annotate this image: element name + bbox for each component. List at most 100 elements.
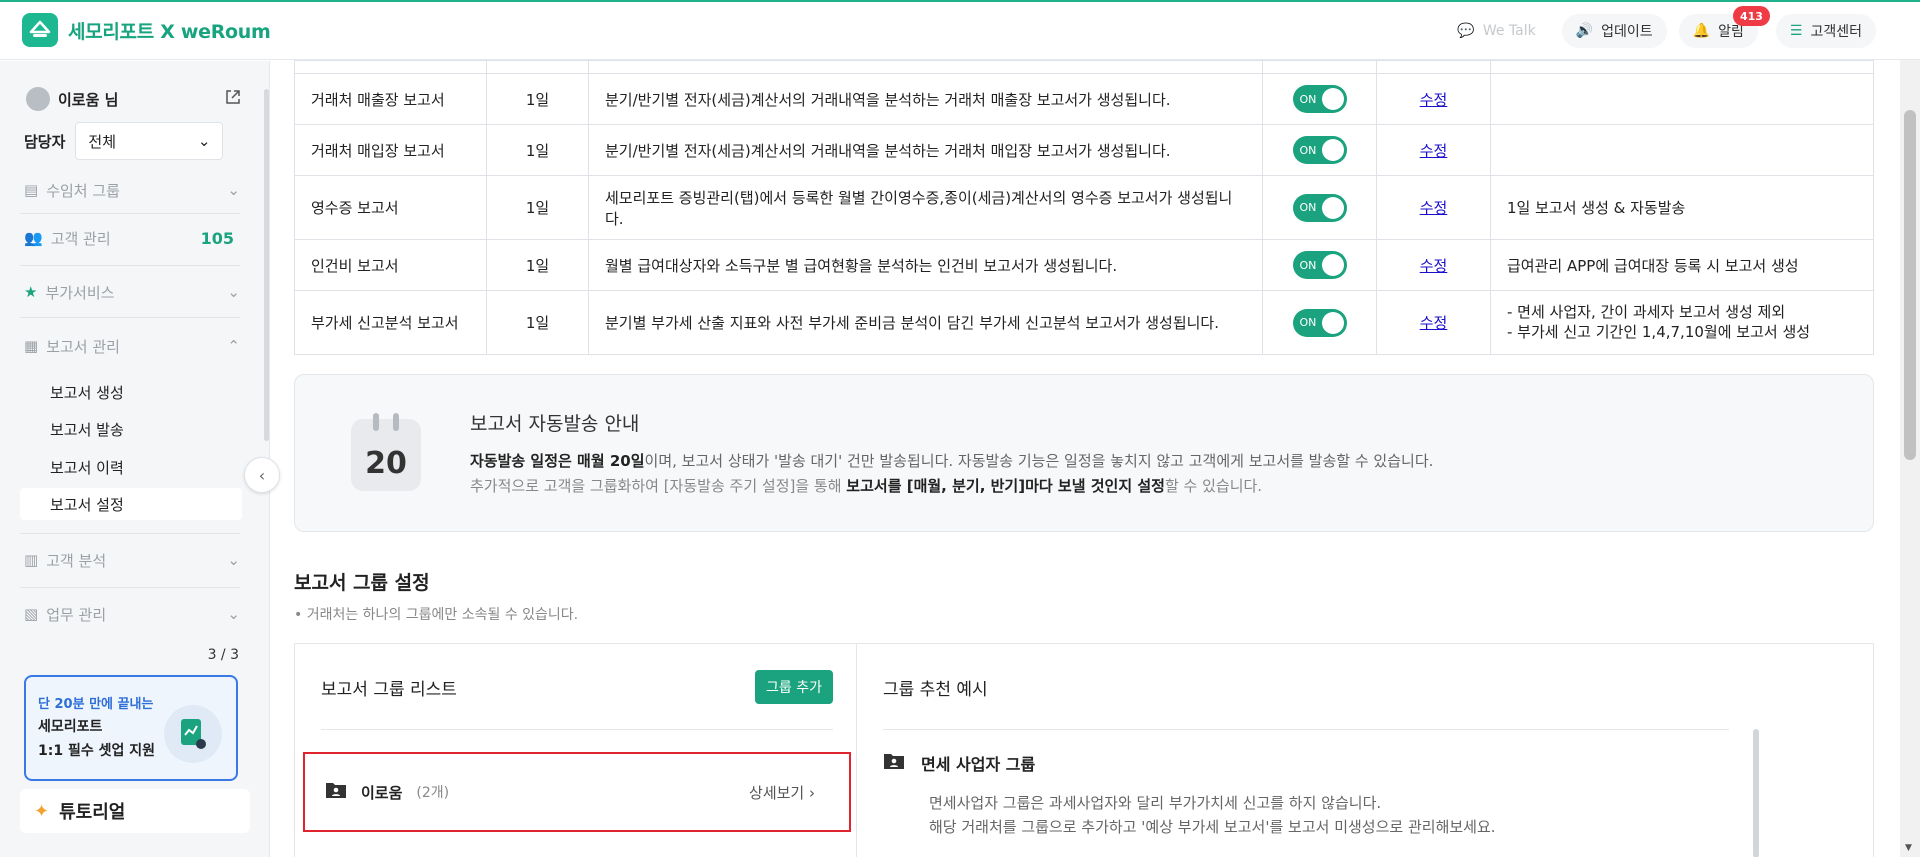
report-desc: 분기별 부가세 산출 지표와 사전 부가세 준비금 분석이 담긴 부가세 신고분…	[588, 290, 1263, 355]
report-toggle[interactable]: ON	[1292, 85, 1347, 113]
sidebar-sub-report-history[interactable]: 보고서 이력	[20, 451, 242, 483]
sidebar-sub-report-create[interactable]: 보고서 생성	[20, 376, 242, 408]
manager-select[interactable]: 전체 ⌄	[75, 122, 224, 160]
sidebar-item-label: 고객 관리	[50, 229, 111, 248]
report-desc: 분기/반기별 전자(세금)계산서의 거래내역을 분석하는 거래처 매출장 보고서…	[588, 73, 1263, 125]
toggle-label: ON	[1299, 143, 1317, 157]
report-day: 1일	[486, 73, 589, 125]
report-toggle[interactable]: ON	[1292, 136, 1347, 164]
sidebar-item-label: 업무 관리	[46, 605, 107, 624]
divider	[20, 587, 240, 588]
notice-line-1: 자동발송 일정은 매월 20일이며, 보고서 상태가 '발송 대기' 건만 발송…	[470, 452, 1434, 470]
chevron-down-icon: ⌄	[197, 132, 211, 150]
chevron-down-icon: ⌄	[227, 605, 240, 623]
bell-icon: 🔔	[1692, 23, 1711, 39]
setup-promo-banner[interactable]: 단 20분 만에 끝내는 세모리포트 1:1 필수 셋업 지원	[24, 675, 238, 781]
report-toggle[interactable]: ON	[1292, 308, 1347, 337]
tutorial-label: 튜토리얼	[59, 802, 126, 823]
speaker-icon: 🔊	[1575, 23, 1594, 39]
report-note	[1490, 124, 1874, 176]
logo-icon	[22, 13, 58, 47]
support-button[interactable]: ☰ 고객센터	[1775, 14, 1876, 48]
group-list-item[interactable]: 이로움 (2개) 상세보기 ›	[303, 752, 851, 832]
manager-label: 담당자	[24, 132, 66, 151]
edit-link[interactable]: 수정	[1420, 314, 1448, 332]
sidebar: 이로움 님 담당자 전체 ⌄ ▤ 수임처 그룹 ⌄ 👥 고객 관리 105 ★ …	[0, 61, 270, 857]
example-group-name: 면세 사업자 그룹	[921, 755, 1036, 774]
table-row: 부가세 신고분석 보고서 1일 분기별 부가세 산출 지표와 사전 부가세 준비…	[294, 290, 1874, 355]
sidebar-sub-report-send[interactable]: 보고서 발송	[20, 413, 242, 445]
manager-filter: 담당자 전체 ⌄	[24, 122, 224, 160]
tutorial-button[interactable]: ✦ 튜토리얼	[20, 789, 250, 833]
chat-icon: 💬	[1457, 23, 1475, 39]
group-settings-title: 보고서 그룹 설정	[294, 572, 430, 594]
group-list-panel: 보고서 그룹 리스트 그룹 추가 이로움 (2개) 상세보기 ›	[295, 644, 857, 857]
sidebar-item-label: 수임처 그룹	[46, 181, 120, 200]
update-button[interactable]: 🔊 업데이트	[1561, 14, 1667, 48]
support-label: 고객센터	[1810, 24, 1862, 40]
example-group-header: 면세 사업자 그룹	[883, 751, 1035, 775]
table-row: 인건비 보고서 1일 월별 급여대상자와 소득구분 별 급여현황을 분석하는 인…	[294, 239, 1874, 291]
table-row: 거래처 매입장 보고서 1일 분기/반기별 전자(세금)계산서의 거래내역을 분…	[294, 124, 1874, 176]
edit-link[interactable]: 수정	[1420, 199, 1448, 217]
divider	[20, 533, 240, 534]
document-icon: ▦	[24, 337, 39, 355]
example-scrollbar[interactable]	[1753, 729, 1759, 857]
group-icon: ▤	[24, 181, 39, 199]
group-detail-link[interactable]: 상세보기 ›	[749, 782, 815, 803]
sidebar-item-customers[interactable]: 👥 고객 관리 105	[24, 225, 240, 251]
alarm-button[interactable]: 🔔 알림 413	[1678, 6, 1770, 48]
add-group-button[interactable]: 그룹 추가	[755, 670, 833, 704]
report-desc: 월별 급여대상자와 소득구분 별 급여현황을 분석하는 인건비 보고서가 생성됩…	[588, 239, 1263, 291]
toggle-label: ON	[1299, 201, 1317, 214]
report-desc: 분기/반기별 전자(세금)계산서의 거래내역을 분석하는 거래처 매입장 보고서…	[588, 124, 1263, 176]
chevron-up-icon: ⌃	[227, 337, 240, 355]
customer-count: 105	[200, 228, 234, 248]
promo-pager: 3 / 3	[207, 647, 239, 663]
calendar-day: 20	[365, 446, 407, 481]
example-desc-2: 해당 거래처를 그룹으로 추가하고 '예상 부가세 보고서'를 보고서 미생성으…	[929, 818, 1496, 836]
chevron-down-icon: ⌄	[227, 551, 240, 569]
we-talk-button[interactable]: 💬 We Talk	[1443, 14, 1550, 48]
report-day: 1일	[486, 239, 589, 291]
sidebar-item-client-group[interactable]: ▤ 수임처 그룹 ⌄	[24, 177, 240, 203]
sidebar-item-report-management[interactable]: ▦ 보고서 관리 ⌃	[24, 333, 240, 359]
sidebar-item-work-management[interactable]: ▧ 업무 관리 ⌄	[24, 601, 240, 627]
table-row: 영수증 보고서 1일 세모리포트 증빙관리(탭)에서 등록한 월별 간이영수증,…	[294, 175, 1874, 240]
sidebar-collapse-button[interactable]: ‹	[244, 457, 280, 493]
toggle-label: ON	[1299, 316, 1317, 329]
report-day: 1일	[486, 290, 589, 355]
group-example-title: 그룹 추천 예시	[883, 680, 988, 700]
chevron-down-icon: ⌄	[227, 181, 240, 199]
scroll-down-icon[interactable]: ▼	[1905, 843, 1912, 853]
report-note: 1일 보고서 생성 & 자동발송	[1490, 175, 1874, 240]
report-note: - 면세 사업자, 간이 과세자 보고서 생성 제외 - 부가세 신고 기간인 …	[1490, 290, 1874, 355]
people-icon: 👥	[24, 229, 43, 247]
edit-link[interactable]: 수정	[1420, 142, 1448, 160]
sidebar-scrollbar[interactable]	[264, 89, 269, 441]
auto-send-notice: 20 보고서 자동발송 안내 자동발송 일정은 매월 20일이며, 보고서 상태…	[294, 374, 1874, 532]
sidebar-item-client-analysis[interactable]: ▥ 고객 분석 ⌄	[24, 547, 240, 573]
external-link-icon[interactable]	[225, 89, 241, 109]
sidebar-sub-report-settings[interactable]: 보고서 설정	[20, 488, 242, 520]
edit-link[interactable]: 수정	[1420, 91, 1448, 109]
report-day: 1일	[486, 124, 589, 176]
chevron-right-icon: ›	[809, 783, 815, 802]
toggle-label: ON	[1299, 92, 1317, 106]
sidebar-item-addon-services[interactable]: ★ 부가서비스 ⌄	[24, 279, 240, 305]
task-icon: ▧	[24, 605, 39, 623]
report-day: 1일	[486, 175, 589, 240]
report-toggle[interactable]: ON	[1292, 193, 1347, 222]
brand-logo[interactable]: 세모리포트 X weRoum	[22, 13, 271, 47]
report-name: 영수증 보고서	[294, 175, 487, 240]
avatar-icon	[26, 87, 50, 111]
menu-icon: ☰	[1789, 23, 1803, 39]
report-toggle[interactable]: ON	[1292, 251, 1347, 279]
scroll-thumb[interactable]	[1904, 110, 1916, 460]
edit-link[interactable]: 수정	[1420, 257, 1448, 275]
report-name: 인건비 보고서	[294, 239, 487, 291]
calendar-icon: 20	[351, 413, 421, 491]
sidebar-item-label: 부가서비스	[45, 283, 115, 302]
divider	[20, 265, 240, 266]
page-scrollbar[interactable]: ▼	[1900, 60, 1920, 857]
